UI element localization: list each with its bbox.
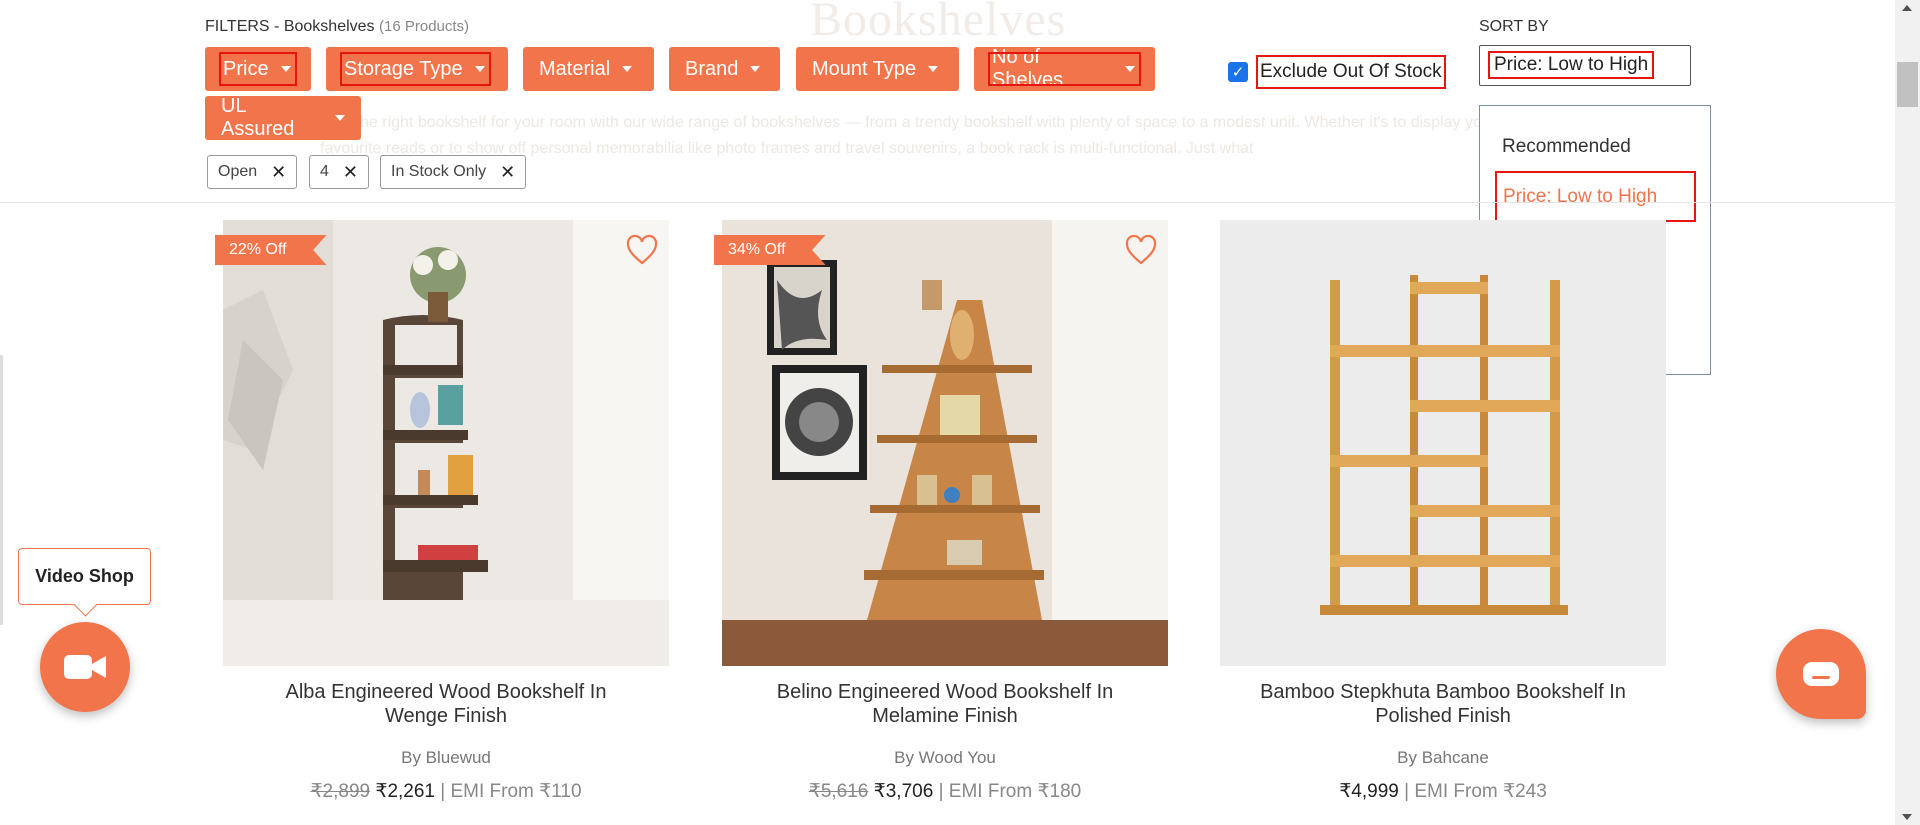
product-title[interactable]: Alba Engineered Wood Bookshelf In Wenge … [223, 680, 669, 728]
chip-label: Mount Type [812, 57, 917, 80]
chat-button[interactable] [1776, 629, 1866, 719]
chevron-down-icon [928, 66, 939, 72]
filter-chip-brand[interactable]: Brand [669, 47, 780, 91]
applied-filter-tag[interactable]: 4 ✕ [309, 155, 369, 189]
product-price: ₹2,899 ₹2,261 | EMI From ₹110 [223, 780, 669, 803]
chip-label: Price [223, 57, 269, 80]
chevron-down-icon [474, 66, 485, 72]
chip-highlight: Price [219, 52, 297, 86]
close-icon[interactable]: ✕ [343, 162, 358, 183]
scrollbar-thumb[interactable] [1897, 62, 1918, 107]
tag-label: Open [218, 163, 258, 180]
discount-badge: 22% Off [215, 235, 327, 265]
discount-badge: 34% Off [714, 235, 826, 265]
exclude-out-of-stock-checkbox[interactable]: ✓ [1228, 62, 1248, 82]
product-image[interactable] [1220, 220, 1666, 666]
page-description: Find the right bookshelf for your room w… [320, 114, 1497, 131]
video-shop-button[interactable] [40, 622, 130, 712]
product-brand: By Bahcane [1397, 748, 1489, 767]
emi-text: | EMI From ₹243 [1404, 781, 1547, 802]
sort-select[interactable]: Price: Low to High [1479, 45, 1691, 86]
close-icon[interactable]: ✕ [271, 162, 286, 183]
filter-chip-storage-type[interactable]: Storage Type [326, 47, 508, 91]
product-count: (16 Products) [379, 18, 470, 35]
chevron-down-icon [750, 66, 761, 72]
chip-label: No of Shelves [992, 46, 1064, 91]
video-camera-icon [64, 655, 106, 679]
left-edge-tab [0, 355, 3, 625]
old-price: ₹5,616 [808, 781, 869, 802]
product-brand: By Wood You [894, 748, 996, 767]
chevron-down-icon [335, 115, 345, 121]
chip-highlight: No of Shelves [988, 46, 1141, 91]
heart-icon[interactable] [625, 234, 659, 268]
page-heading: Bookshelves [810, 0, 1067, 46]
product-title[interactable]: Bamboo Stepkhuta Bamboo Bookshelf In Pol… [1220, 680, 1666, 728]
chip-label: Brand [685, 57, 739, 80]
filters-title: FILTERS - Bookshelves [205, 18, 375, 35]
emi-text: | EMI From ₹110 [440, 781, 582, 802]
chip-label: Material [539, 57, 611, 80]
product-title-line: Bamboo Stepkhuta Bamboo Bookshelf In [1260, 681, 1626, 703]
exclude-out-of-stock-label: Exclude Out Of Stock [1256, 55, 1446, 89]
applied-filter-tag[interactable]: In Stock Only ✕ [380, 155, 527, 189]
filter-chip-mount-type[interactable]: Mount Type [796, 47, 959, 91]
tag-label: 4 [320, 163, 329, 180]
old-price: ₹2,899 [310, 781, 371, 802]
chevron-down-icon [1125, 66, 1135, 72]
tag-label: In Stock Only [391, 163, 487, 180]
product-title-line: Melamine Finish [872, 705, 1018, 727]
scroll-down-arrow-icon[interactable] [1902, 814, 1912, 820]
sort-option-recommended[interactable]: Recommended [1480, 122, 1710, 171]
product-price: ₹5,616 ₹3,706 | EMI From ₹180 [722, 780, 1168, 803]
filter-chip-no-of-shelves[interactable]: No of Shelves [974, 46, 1155, 91]
chevron-down-icon [622, 66, 633, 72]
product-brand: By Bluewud [401, 748, 491, 767]
product-title[interactable]: Belino Engineered Wood Bookshelf In Mela… [722, 680, 1168, 728]
chip-highlight: Storage Type [340, 52, 491, 86]
heart-icon[interactable] [1124, 234, 1158, 268]
header-divider [0, 202, 1895, 203]
chat-icon [1803, 662, 1839, 686]
scrollbar[interactable] [1895, 0, 1920, 825]
filter-chip-ul-assured[interactable]: UL Assured [205, 95, 361, 140]
exclude-out-of-stock[interactable]: ✓ Exclude Out Of Stock [1228, 55, 1446, 89]
scroll-up-arrow-icon[interactable] [1902, 5, 1912, 11]
filter-chip-price[interactable]: Price [205, 47, 311, 91]
chip-label: Storage Type [344, 57, 463, 80]
product-image[interactable] [223, 220, 669, 666]
filters-label: FILTERS - Bookshelves (16 Products) [205, 18, 469, 36]
chevron-down-icon [280, 66, 291, 72]
product-image[interactable] [722, 220, 1168, 666]
sort-selected-value: Price: Low to High [1488, 51, 1655, 79]
product-price: ₹4,999 | EMI From ₹243 [1220, 780, 1666, 803]
current-price: ₹2,261 [375, 781, 435, 802]
product-title-line: Polished Finish [1375, 705, 1511, 727]
chip-label: UL Assured [221, 95, 295, 140]
video-shop-tooltip[interactable]: Video Shop [18, 548, 151, 605]
current-price: ₹3,706 [873, 781, 934, 802]
filter-chip-material[interactable]: Material [523, 47, 654, 91]
close-icon[interactable]: ✕ [500, 162, 515, 183]
current-price: ₹4,999 [1339, 781, 1399, 802]
product-title-line: Alba Engineered Wood Bookshelf In [285, 681, 607, 703]
applied-filter-tag[interactable]: Open ✕ [207, 155, 298, 189]
product-title-line: Belino Engineered Wood Bookshelf In [776, 681, 1114, 703]
product-title-line: Wenge Finish [385, 705, 507, 727]
sort-option-price-low-to-high[interactable]: Price: Low to High [1495, 171, 1696, 222]
emi-text: | EMI From ₹180 [938, 781, 1082, 802]
sort-by-label: SORT BY [1479, 18, 1549, 35]
